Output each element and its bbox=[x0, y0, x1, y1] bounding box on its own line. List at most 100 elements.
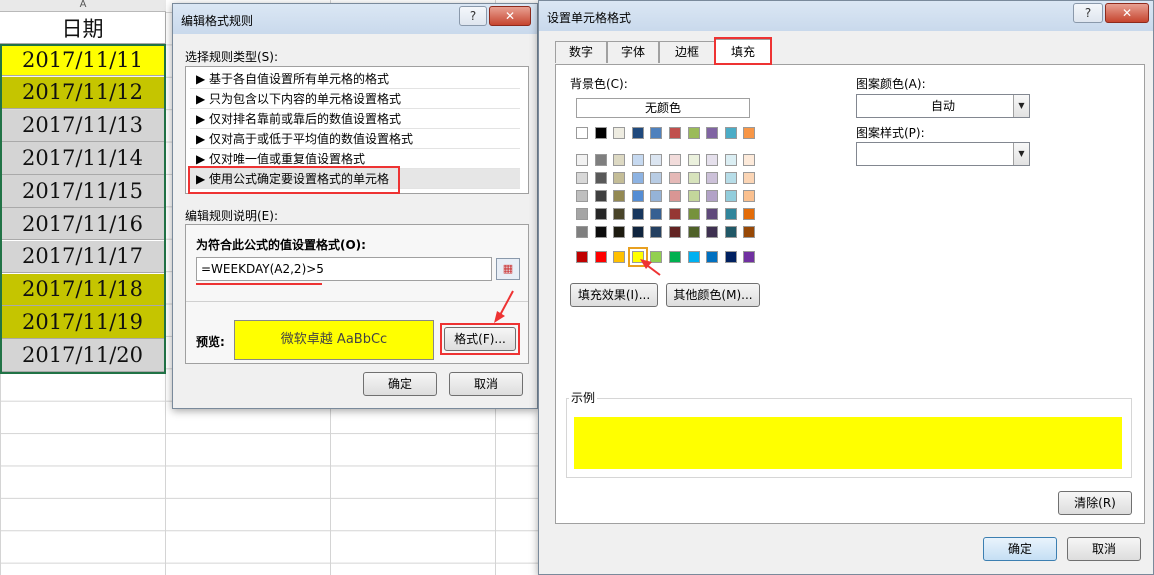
color-swatch[interactable] bbox=[613, 251, 626, 263]
help-button[interactable]: ? bbox=[1073, 3, 1103, 23]
pattern-style-select[interactable]: ▼ bbox=[856, 142, 1030, 166]
ok-button[interactable]: 确定 bbox=[983, 537, 1057, 561]
color-swatch[interactable] bbox=[687, 251, 700, 263]
rule-type-item[interactable]: ▶ 仅对唯一值或重复值设置格式 bbox=[190, 149, 520, 169]
header-cell[interactable]: 日期 bbox=[0, 12, 166, 45]
color-swatch[interactable] bbox=[724, 154, 737, 166]
more-colors-button[interactable]: 其他颜色(M)... bbox=[666, 283, 760, 307]
color-swatch[interactable] bbox=[613, 226, 626, 238]
fill-effects-button[interactable]: 填充效果(I)... bbox=[570, 283, 658, 307]
color-swatch[interactable] bbox=[743, 154, 756, 166]
color-swatch[interactable] bbox=[743, 226, 756, 238]
color-swatch[interactable] bbox=[613, 190, 626, 202]
color-swatch[interactable] bbox=[631, 208, 644, 220]
date-cell[interactable]: 2017/11/20 bbox=[0, 339, 166, 372]
rule-type-item[interactable]: ▶ 基于各自值设置所有单元格的格式 bbox=[190, 69, 520, 89]
color-swatch[interactable] bbox=[743, 208, 756, 220]
pattern-color-select[interactable]: 自动 ▼ bbox=[856, 94, 1030, 118]
color-swatch[interactable] bbox=[724, 208, 737, 220]
color-swatch[interactable] bbox=[724, 251, 737, 263]
color-swatch[interactable] bbox=[706, 226, 719, 238]
color-swatch[interactable] bbox=[613, 154, 626, 166]
color-swatch[interactable] bbox=[650, 208, 663, 220]
clear-button[interactable]: 清除(R) bbox=[1058, 491, 1132, 515]
color-swatch[interactable] bbox=[613, 208, 626, 220]
close-button[interactable]: ✕ bbox=[1105, 3, 1149, 23]
color-swatch[interactable] bbox=[576, 154, 588, 166]
date-cell[interactable]: 2017/11/19 bbox=[0, 306, 166, 339]
color-swatch[interactable] bbox=[576, 208, 588, 220]
color-swatch[interactable] bbox=[650, 172, 663, 184]
color-swatch[interactable] bbox=[576, 251, 588, 263]
date-cell[interactable]: 2017/11/12 bbox=[0, 76, 166, 110]
color-swatch[interactable] bbox=[594, 154, 607, 166]
help-button[interactable]: ? bbox=[459, 6, 487, 26]
color-swatch[interactable] bbox=[669, 172, 681, 184]
color-swatch[interactable] bbox=[669, 251, 681, 263]
color-swatch[interactable] bbox=[687, 127, 700, 139]
color-swatch[interactable] bbox=[706, 172, 719, 184]
color-swatch[interactable] bbox=[669, 190, 681, 202]
color-swatch[interactable] bbox=[687, 190, 700, 202]
date-cell[interactable]: 2017/11/18 bbox=[0, 273, 166, 306]
color-swatch[interactable] bbox=[631, 190, 644, 202]
color-swatch[interactable] bbox=[613, 127, 626, 139]
color-swatch[interactable] bbox=[594, 208, 607, 220]
color-swatch[interactable] bbox=[594, 172, 607, 184]
date-cell[interactable]: 2017/11/14 bbox=[0, 142, 166, 175]
collapse-dialog-icon[interactable]: ▦ bbox=[496, 258, 520, 280]
color-swatch[interactable] bbox=[724, 172, 737, 184]
rule-type-item[interactable]: ▶ 只为包含以下内容的单元格设置格式 bbox=[190, 89, 520, 109]
color-swatch[interactable] bbox=[724, 226, 737, 238]
color-swatch[interactable] bbox=[706, 190, 719, 202]
tab-font[interactable]: 字体 bbox=[607, 41, 659, 63]
color-swatch[interactable] bbox=[613, 172, 626, 184]
color-swatch[interactable] bbox=[631, 172, 644, 184]
dialog-titlebar[interactable] bbox=[539, 1, 1153, 31]
color-swatch[interactable] bbox=[594, 127, 607, 139]
color-swatch[interactable] bbox=[743, 172, 756, 184]
date-cell[interactable]: 2017/11/11 bbox=[0, 44, 166, 77]
no-color-button[interactable]: 无颜色 bbox=[576, 98, 750, 118]
color-swatch[interactable] bbox=[594, 251, 607, 263]
color-swatch[interactable] bbox=[687, 208, 700, 220]
rule-type-item-selected[interactable]: ▶ 使用公式确定要设置格式的单元格 bbox=[190, 169, 520, 189]
cancel-button[interactable]: 取消 bbox=[1067, 537, 1141, 561]
chevron-down-icon[interactable]: ▼ bbox=[1013, 143, 1029, 165]
color-swatch[interactable] bbox=[743, 127, 756, 139]
color-swatch[interactable] bbox=[650, 127, 663, 139]
color-swatch[interactable] bbox=[743, 190, 756, 202]
color-swatch[interactable] bbox=[669, 127, 681, 139]
color-swatch[interactable] bbox=[724, 127, 737, 139]
color-swatch[interactable] bbox=[669, 226, 681, 238]
color-swatch[interactable] bbox=[576, 127, 588, 139]
color-swatch[interactable] bbox=[650, 154, 663, 166]
date-cell[interactable]: 2017/11/13 bbox=[0, 109, 166, 142]
color-swatch[interactable] bbox=[631, 154, 644, 166]
close-button[interactable]: ✕ bbox=[489, 6, 531, 26]
rule-type-item[interactable]: ▶ 仅对排名靠前或靠后的数值设置格式 bbox=[190, 109, 520, 129]
color-swatch[interactable] bbox=[631, 127, 644, 139]
cancel-button[interactable]: 取消 bbox=[449, 372, 523, 396]
ok-button[interactable]: 确定 bbox=[363, 372, 437, 396]
color-swatch[interactable] bbox=[669, 154, 681, 166]
color-swatch[interactable] bbox=[706, 154, 719, 166]
rule-type-item[interactable]: ▶ 仅对高于或低于平均值的数值设置格式 bbox=[190, 129, 520, 149]
format-button[interactable]: 格式(F)... bbox=[444, 327, 516, 351]
color-swatch[interactable] bbox=[650, 226, 663, 238]
date-cell[interactable]: 2017/11/15 bbox=[0, 175, 166, 208]
color-swatch[interactable] bbox=[687, 154, 700, 166]
tab-fill[interactable]: 填充 bbox=[715, 39, 771, 65]
date-cell[interactable]: 2017/11/17 bbox=[0, 240, 166, 274]
color-swatch[interactable] bbox=[669, 208, 681, 220]
color-swatch[interactable] bbox=[631, 226, 644, 238]
color-swatch[interactable] bbox=[687, 226, 700, 238]
color-swatch[interactable] bbox=[576, 190, 588, 202]
color-swatch[interactable] bbox=[576, 172, 588, 184]
date-cell[interactable]: 2017/11/16 bbox=[0, 208, 166, 241]
color-swatch[interactable] bbox=[706, 208, 719, 220]
color-swatch[interactable] bbox=[743, 251, 756, 263]
tab-number[interactable]: 数字 bbox=[555, 41, 607, 63]
tab-border[interactable]: 边框 bbox=[659, 41, 715, 63]
color-swatch[interactable] bbox=[706, 127, 719, 139]
